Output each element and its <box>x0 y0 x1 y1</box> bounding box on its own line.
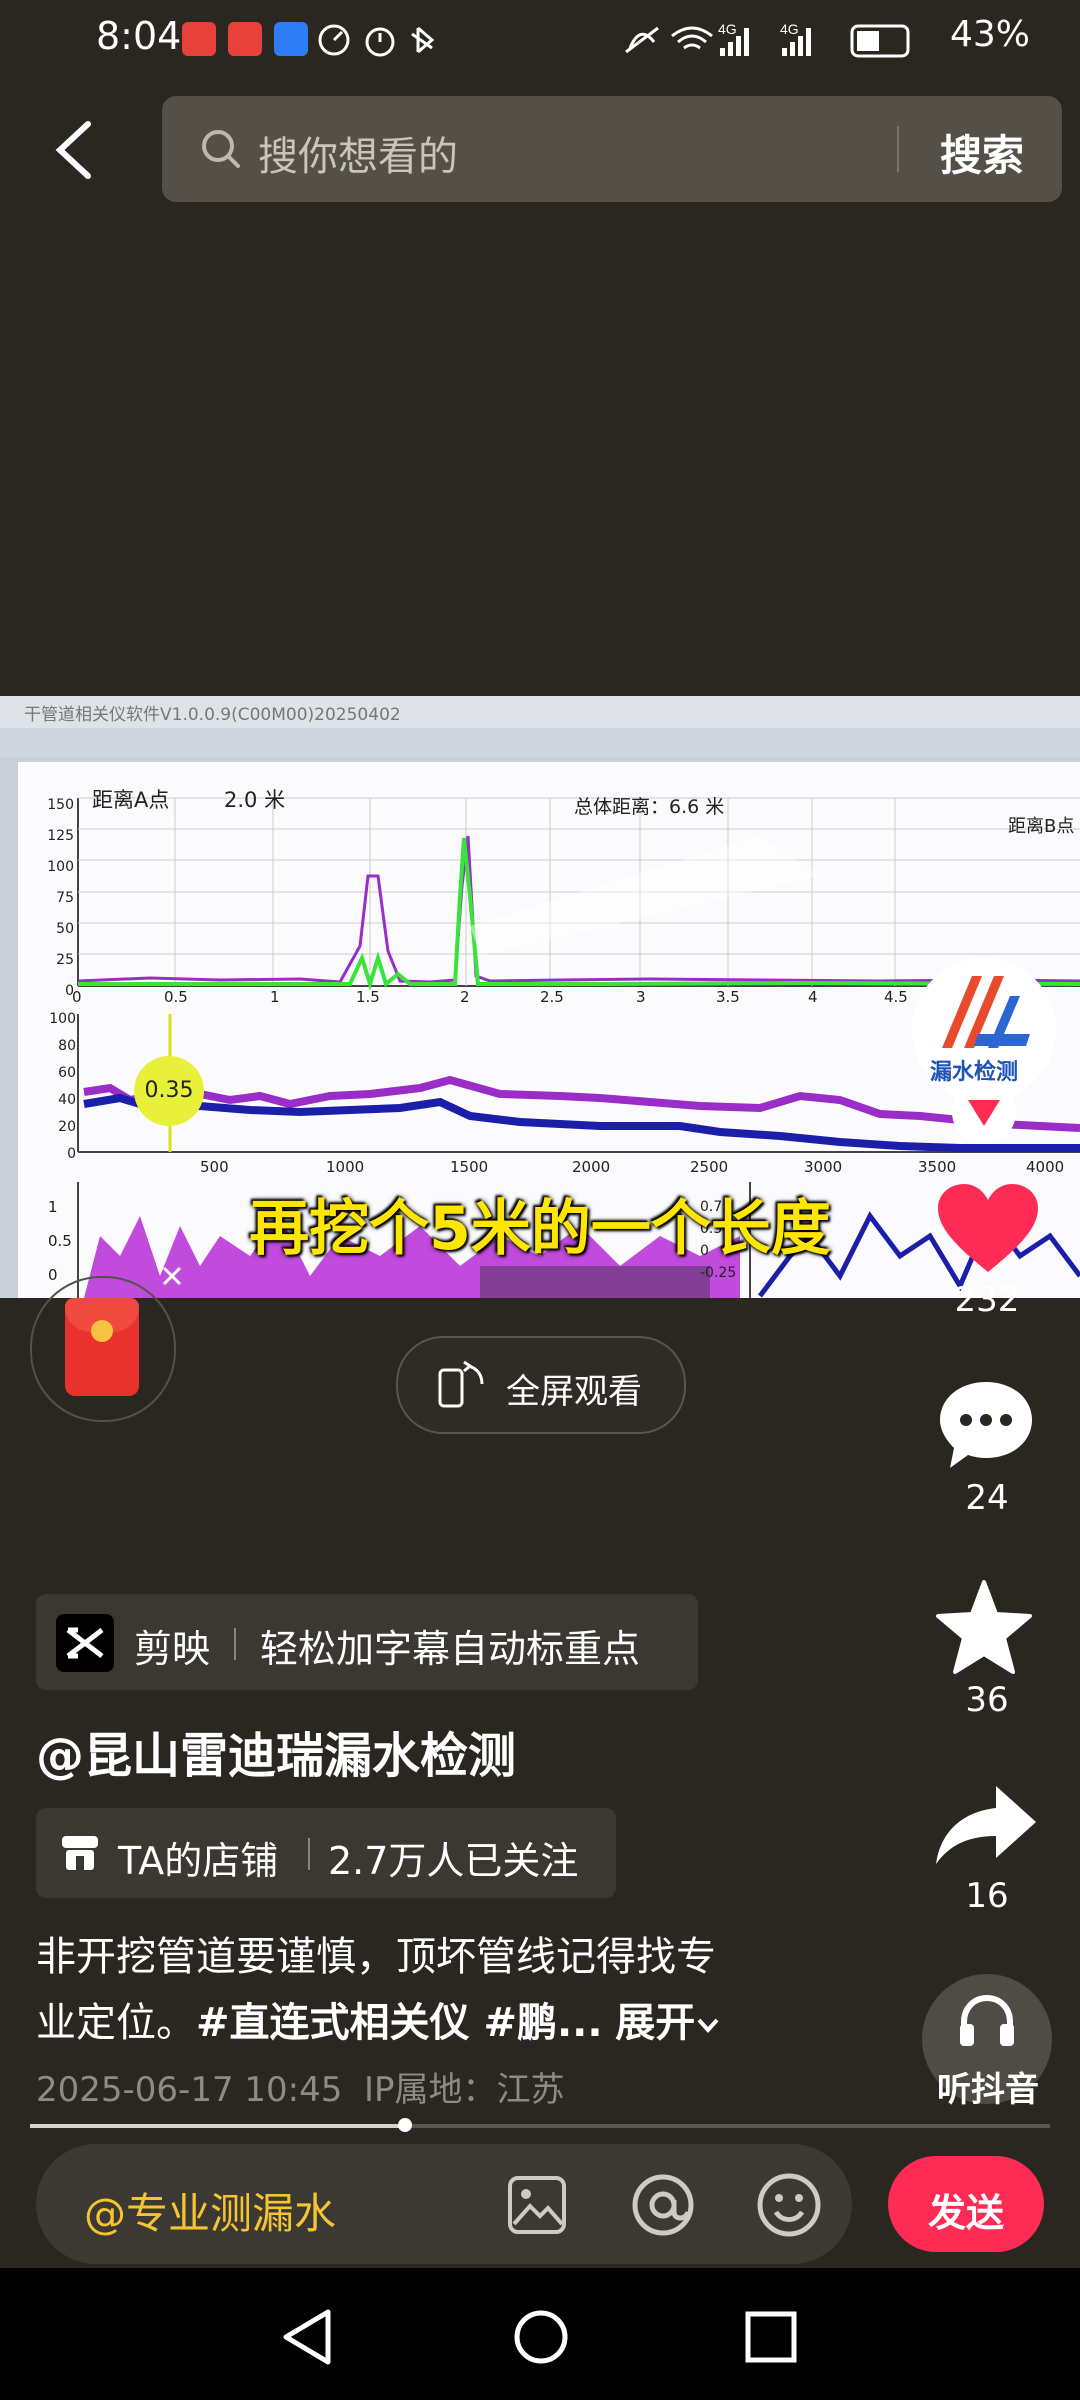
x-tick: 1.5 <box>356 988 380 1006</box>
hashtags[interactable]: #直连式相关仪 #鹏... <box>196 2000 603 2046</box>
chevron-down-icon <box>697 2018 719 2033</box>
search-divider <box>897 126 899 172</box>
shop-link[interactable]: TA的店铺 2.7万人已关注 <box>36 1808 616 1898</box>
huawei-app-icon <box>228 22 262 56</box>
ip-location: IP属地：江苏 <box>364 2070 565 2110</box>
svg-text:4G: 4G <box>780 21 799 37</box>
like-count: 232 <box>954 1280 1020 1320</box>
x-tick: 0 <box>72 988 82 1006</box>
status-time: 8:04 <box>96 14 182 58</box>
follow-icon <box>968 1100 1000 1126</box>
capcut-icon <box>56 1614 114 1672</box>
status-bar: 8:04 4G 4G 43% <box>0 0 1080 80</box>
send-button[interactable]: 发送 <box>888 2156 1044 2252</box>
x-tick: 4.5 <box>884 988 908 1006</box>
x-tick: 4 <box>808 988 818 1006</box>
fullscreen-button[interactable]: 全屏观看 <box>396 1336 686 1434</box>
video-progress-track[interactable] <box>30 2118 1050 2132</box>
post-date: 2025-06-17 10:45 <box>36 2070 343 2110</box>
search-input[interactable]: 搜你想看的 <box>258 124 458 182</box>
video-progress-thumb[interactable] <box>398 2118 412 2132</box>
expand-button[interactable]: 展开 <box>615 2000 695 2046</box>
comment-count: 24 <box>965 1478 1009 1518</box>
red-packet-icon <box>65 1298 139 1396</box>
x-tick: 2500 <box>690 1158 729 1176</box>
x-tick: 2.5 <box>540 988 564 1006</box>
back-arrow-icon[interactable] <box>50 118 100 182</box>
x-tick: 0.5 <box>164 988 188 1006</box>
like-heart-icon[interactable] <box>936 1182 1040 1276</box>
video-subtitle: 再挖个5米的一个长度 <box>249 1194 831 1264</box>
mention-icon[interactable] <box>630 2172 696 2238</box>
signal-icons: 4G 4G <box>625 21 910 58</box>
shield-icon <box>274 22 308 56</box>
video-progress-fill <box>30 2124 406 2128</box>
x-tick: 3000 <box>804 1158 843 1176</box>
author-name[interactable]: @昆山雷迪瑞漏水检测 <box>36 1716 516 1786</box>
system-nav-bar <box>0 2268 1080 2400</box>
x-tick: 3.5 <box>716 988 740 1006</box>
x-tick: 1000 <box>326 1158 365 1176</box>
marker-circle: 0.35 <box>134 1056 204 1126</box>
red-packet-widget[interactable] <box>30 1276 176 1422</box>
emoji-icon[interactable] <box>756 2172 822 2238</box>
rotate-screen-icon <box>438 1360 484 1408</box>
x-tick: 1500 <box>450 1158 489 1176</box>
shop-icon <box>62 1836 98 1870</box>
x-tick: 3500 <box>918 1158 957 1176</box>
system-icons <box>318 24 435 57</box>
capcut-promo[interactable]: 剪映 轻松加字幕自动标重点 <box>36 1594 698 1690</box>
logo-mark-icon <box>942 976 1030 1048</box>
listen-douyin-label: 听抖音 <box>937 2070 1039 2110</box>
comment-mention: @专业测漏水 <box>84 2189 337 2238</box>
search-bar[interactable]: 搜你想看的 搜索 <box>162 96 1062 202</box>
close-icon[interactable] <box>160 1264 184 1288</box>
image-icon[interactable] <box>506 2174 568 2236</box>
favorite-star-icon[interactable] <box>934 1580 1034 1676</box>
comment-input[interactable]: @专业测漏水 <box>36 2144 852 2264</box>
x-tick: 4000 <box>1026 1158 1065 1176</box>
mid-y-ticks: 100 80 60 40 20 0 <box>49 1011 76 1162</box>
comment-icon[interactable] <box>938 1378 1034 1474</box>
video-description: 非开挖管道要谨慎，顶坏管线记得找专 业定位。#直连式相关仪 #鹏... 展开 <box>36 1924 856 2056</box>
total-distance: 总体距离：6.6 米 <box>574 796 725 818</box>
follow-button[interactable] <box>952 1080 1016 1144</box>
svg-text:4G: 4G <box>718 21 737 37</box>
search-button[interactable]: 搜索 <box>940 122 1024 183</box>
x-tick: 2 <box>460 988 470 1006</box>
x-tick: 3 <box>636 988 646 1006</box>
distance-a-value: 2.0 米 <box>224 788 286 812</box>
x-tick: 1 <box>270 988 280 1006</box>
favorite-count: 36 <box>965 1680 1009 1720</box>
top-y-ticks: 150 125 100 75 50 25 0 <box>47 797 74 999</box>
x-tick: 500 <box>200 1158 229 1176</box>
nav-recents-icon[interactable] <box>744 2310 798 2364</box>
share-arrow-icon[interactable] <box>934 1782 1038 1868</box>
distance-b-label: 距离B点 <box>1008 816 1075 837</box>
distance-a-label: 距离A点 <box>92 788 170 812</box>
headphones-icon <box>960 1994 1014 2046</box>
post-meta: 2025-06-17 10:45 IP属地：江苏 <box>36 2062 565 2111</box>
nav-back-icon[interactable] <box>280 2308 336 2366</box>
search-icon <box>202 130 240 168</box>
share-count: 16 <box>965 1876 1009 1916</box>
x-tick: 2000 <box>572 1158 611 1176</box>
battery-percent: 43% <box>949 14 1030 55</box>
nav-home-icon[interactable] <box>512 2308 570 2366</box>
huawei-app-icon <box>182 22 216 56</box>
